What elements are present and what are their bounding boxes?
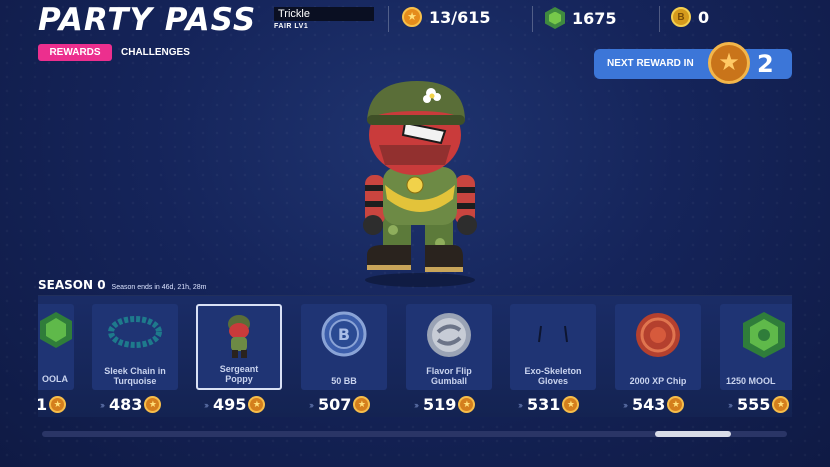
reward-tier: ››› 555 ★ xyxy=(728,395,790,414)
gloves-icon xyxy=(538,325,568,343)
divider xyxy=(659,6,660,32)
player-level: FAIR LV1 xyxy=(274,23,309,30)
reward-tier: ››› 543 ★ xyxy=(623,395,685,414)
season-name: SEASON 0 xyxy=(38,278,106,292)
tier-number: 543 xyxy=(632,395,666,414)
coins-value: 0 xyxy=(698,7,710,27)
coins-counter: B 0 xyxy=(671,7,709,27)
mool-gem-icon xyxy=(743,312,785,358)
reward-name: Sergeant Poppy xyxy=(219,364,259,384)
stars-value: 13/615 xyxy=(429,7,491,27)
reward-name: 1250 MOOL xyxy=(726,376,776,386)
tier-number: 555 xyxy=(737,395,771,414)
star-icon: ★ xyxy=(458,396,476,413)
star-icon: ★ xyxy=(402,7,422,27)
xp-chip-icon xyxy=(636,313,680,357)
next-reward-panel: NEXT REWARD IN ★ 2 xyxy=(594,42,792,84)
player-name: Trickle xyxy=(274,7,374,21)
gem-icon xyxy=(545,7,565,29)
star-icon: ★ xyxy=(667,396,685,413)
season-header: SEASON 0 Season ends in 46d, 21h, 28m xyxy=(38,278,207,292)
reward-name: Flavor Flip Gumball xyxy=(426,366,472,386)
reward-tier: ››› 531 ★ xyxy=(518,395,580,414)
reward-tier: ››› 483 ★ xyxy=(100,395,162,414)
reward-tier: ››› 495 ★ xyxy=(204,395,266,414)
star-icon: ★ xyxy=(708,42,750,84)
character-preview xyxy=(363,81,477,287)
next-reward-label: NEXT REWARD IN xyxy=(607,58,694,69)
star-icon: ★ xyxy=(248,396,266,413)
player-info: Trickle FAIR LV1 xyxy=(274,7,374,30)
star-icon: ★ xyxy=(353,396,371,413)
reward-card[interactable]: 2000 XP Chip xyxy=(615,304,701,390)
reward-name: OOLA xyxy=(42,374,68,384)
svg-text:B: B xyxy=(338,325,350,344)
stars-counter: ★ 13/615 xyxy=(402,7,491,27)
tier-number: 507 xyxy=(318,395,352,414)
tier-number: 483 xyxy=(109,395,143,414)
tab-rewards[interactable]: REWARDS xyxy=(38,44,112,61)
tier-number: 519 xyxy=(423,395,457,414)
tier-number: 495 xyxy=(213,395,247,414)
star-icon: ★ xyxy=(49,396,67,413)
tier-number: 531 xyxy=(527,395,561,414)
season-timer: Season ends in 46d, 21h, 28m xyxy=(111,284,207,291)
bb-coin-icon: B xyxy=(321,311,367,357)
character-icon xyxy=(228,315,250,358)
reward-card[interactable]: Flavor Flip Gumball xyxy=(406,304,492,390)
reward-name: Exo-Skeleton Gloves xyxy=(524,366,582,386)
reward-name: 2000 XP Chip xyxy=(629,376,687,386)
reward-name: Sleek Chain in Turquoise xyxy=(104,366,166,386)
reward-name: 50 BB xyxy=(331,376,357,386)
reward-card[interactable]: 1250 MOOL xyxy=(720,304,792,390)
reward-card-selected[interactable]: Sergeant Poppy xyxy=(196,304,282,390)
reward-tier: ››› 519 ★ xyxy=(414,395,476,414)
tier-number: 1 xyxy=(38,395,47,414)
star-icon: ★ xyxy=(562,396,580,413)
star-icon: ★ xyxy=(772,396,790,413)
gem-icon xyxy=(40,312,72,348)
reward-card[interactable]: Exo-Skeleton Gloves xyxy=(510,304,596,390)
chain-icon xyxy=(108,316,162,348)
scrollbar-thumb[interactable] xyxy=(655,431,731,437)
star-icon: ★ xyxy=(144,396,162,413)
gems-value: 1675 xyxy=(572,8,617,28)
reward-card[interactable]: B 50 BB xyxy=(301,304,387,390)
gems-counter: 1675 xyxy=(545,7,617,29)
reward-card[interactable]: OOLA xyxy=(38,304,74,390)
divider xyxy=(532,6,533,32)
page-title: PARTY PASS xyxy=(38,2,257,38)
reward-track[interactable]: OOLA 1 ★ Sleek Chain in Turquoise ››› 48… xyxy=(38,295,792,417)
reward-card[interactable]: Sleek Chain in Turquoise xyxy=(92,304,178,390)
next-reward-value: 2 xyxy=(757,50,774,78)
divider xyxy=(388,6,389,32)
coin-icon: B xyxy=(671,7,691,27)
gumball-icon xyxy=(427,313,471,357)
horizontal-scrollbar[interactable] xyxy=(42,431,787,437)
tab-challenges[interactable]: CHALLENGES xyxy=(121,44,190,61)
reward-tier: ››› 507 ★ xyxy=(309,395,371,414)
reward-tier: 1 ★ xyxy=(38,395,67,414)
